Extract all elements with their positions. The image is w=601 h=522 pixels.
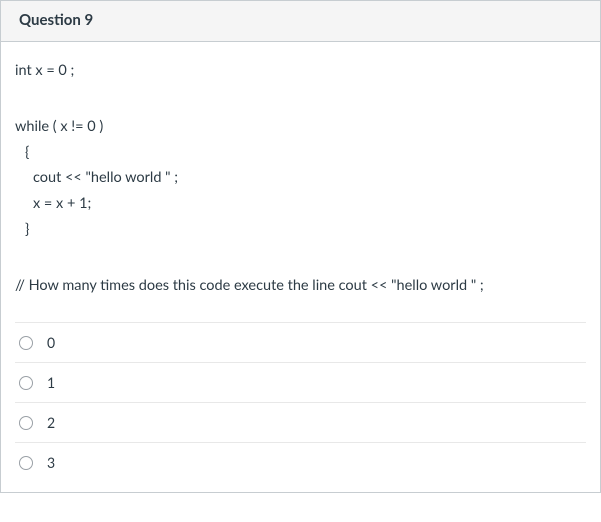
- code-line: {: [15, 142, 586, 164]
- choice-row[interactable]: 3: [15, 443, 586, 482]
- code-line: while ( x != 0 ): [15, 116, 586, 138]
- choice-label: 2: [47, 414, 55, 431]
- choice-label: 0: [47, 334, 55, 351]
- choice-row[interactable]: 1: [15, 363, 586, 403]
- code-line: cout << "hello world " ;: [15, 167, 586, 189]
- choice-label: 1: [47, 374, 55, 391]
- code-line: int x = 0 ;: [15, 60, 586, 82]
- code-line: }: [15, 219, 586, 241]
- choice-label: 3: [47, 454, 55, 471]
- radio-option-0[interactable]: [19, 336, 33, 350]
- choices-list: 0 1 2 3: [15, 322, 586, 482]
- question-title: Question 9: [19, 11, 582, 29]
- gap: [15, 245, 586, 275]
- question-body: int x = 0 ; while ( x != 0 ) { cout << "…: [1, 42, 600, 492]
- code-line: x = x + 1;: [15, 193, 586, 215]
- radio-option-1[interactable]: [19, 376, 33, 390]
- gap: [15, 86, 586, 116]
- question-header: Question 9: [1, 0, 600, 42]
- choice-row[interactable]: 2: [15, 403, 586, 443]
- code-prompt: // How many times does this code execute…: [15, 275, 586, 297]
- choice-row[interactable]: 0: [15, 323, 586, 363]
- question-card: Question 9 int x = 0 ; while ( x != 0 ) …: [0, 0, 601, 493]
- radio-option-2[interactable]: [19, 416, 33, 430]
- radio-option-3[interactable]: [19, 456, 33, 470]
